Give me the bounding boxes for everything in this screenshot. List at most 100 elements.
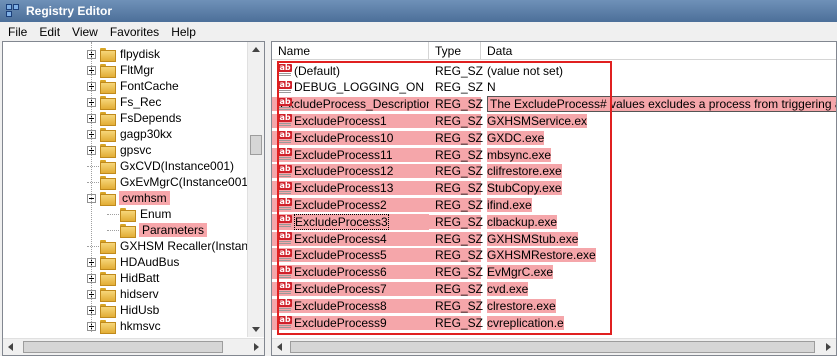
string-value-icon: ab [278, 265, 292, 279]
value-data: clrestore.exe [487, 298, 556, 313]
tree-item-cvmhsm[interactable]: cvmhsm [87, 190, 170, 206]
value-type: REG_SZ [435, 80, 484, 95]
folder-icon [99, 271, 116, 286]
value-data: StubCopy.exe [487, 181, 562, 196]
folder-icon [99, 79, 116, 94]
value-row[interactable]: ab ExcludeProcess13 REG_SZ StubCopy.exe [272, 180, 562, 197]
tree-item-label: hkmsvc [120, 319, 161, 333]
tree-item-parameters[interactable]: Parameters [107, 222, 208, 238]
tree-connector [107, 230, 119, 231]
value-data-cell: GXHSMRestore.exe [481, 248, 596, 263]
tree-item-flpydisk[interactable]: flpydisk [87, 46, 161, 62]
folder-open-icon [119, 223, 136, 238]
list-horizontal-scroll-thumb[interactable] [290, 341, 815, 353]
value-row[interactable]: ab ExcludeProcess5 REG_SZ GXHSMRestore.exe [272, 247, 596, 264]
value-data-cell: ifind.exe [481, 197, 532, 212]
value-data-cell: GXHSMService.ex [481, 113, 588, 128]
tree-item-hidbatt[interactable]: HidBatt [87, 270, 160, 286]
value-data-cell: mbsync.exe [481, 147, 552, 162]
tree-item-hidusb[interactable]: HidUsb [87, 302, 160, 318]
string-value-icon: ab [278, 181, 292, 195]
value-data: cvreplication.e [487, 315, 564, 330]
value-row[interactable]: ab ExcludeProcess1 REG_SZ GXHSMService.ex [272, 112, 588, 129]
value-data-cell: GXHSMStub.exe [481, 231, 579, 246]
value-name-cell: ab ExcludeProcess12 [272, 164, 429, 179]
value-name-cell: ab (Default) [272, 64, 429, 78]
value-name: ExcludeProcess10 [294, 130, 394, 145]
value-row[interactable]: ab ExcludeProcess7 REG_SZ cvd.exe [272, 280, 529, 297]
value-row[interactable]: ab ExcludeProcess11 REG_SZ mbsync.exe [272, 146, 552, 163]
tree-item-fltmgr[interactable]: FltMgr [87, 62, 155, 78]
tree-connector [87, 182, 99, 183]
menu-view[interactable]: View [66, 25, 104, 39]
value-row[interactable]: ab ExcludeProcess3 REG_SZ clbackup.exe [272, 213, 558, 230]
value-data-cell: clrestore.exe [481, 298, 556, 313]
tree-item-label: FsDepends [120, 111, 182, 125]
value-row[interactable]: ab ExcludeProcess_Description REG_SZ The Ex… [272, 96, 836, 113]
string-value-icon: ab [278, 248, 292, 262]
tree-item-gxhsm-recaller-instance0[interactable]: GXHSM Recaller(Instance0 [87, 238, 264, 254]
value-data-cell: N [481, 80, 496, 94]
tree-item-fontcache[interactable]: FontCache [87, 78, 180, 94]
tree-item-enum[interactable]: Enum [107, 206, 172, 222]
menu-help[interactable]: Help [165, 25, 202, 39]
value-name-cell: ab ExcludeProcess8 [272, 298, 429, 313]
tree-item-hkmsvc[interactable]: hkmsvc [87, 318, 162, 334]
tree-vertical-scroll-thumb[interactable] [250, 135, 262, 155]
tree-connector [107, 214, 119, 215]
value-row[interactable]: ab ExcludeProcess2 REG_SZ ifind.exe [272, 196, 532, 213]
tree-item-fsdepends[interactable]: FsDepends [87, 110, 182, 126]
tree-item-fs-rec[interactable]: Fs_Rec [87, 94, 162, 110]
value-type: REG_SZ [429, 298, 483, 313]
tree-vertical-scrollbar[interactable] [247, 42, 264, 337]
menu-file[interactable]: File [2, 25, 33, 39]
tree-horizontal-scroll-thumb[interactable] [23, 341, 223, 353]
value-row[interactable]: ab ExcludeProcess9 REG_SZ cvreplication.e [272, 314, 564, 331]
value-data: GXHSMService.ex [487, 113, 588, 128]
tree-item-hidserv[interactable]: hidserv [87, 286, 160, 302]
value-type: REG_SZ [429, 181, 483, 196]
folder-icon [119, 207, 136, 222]
value-name-cell: ab ExcludeProcess2 [272, 197, 429, 212]
tree-item-hdaudbus[interactable]: HDAudBus [87, 254, 180, 270]
value-name-cell: ab ExcludeProcess1 [272, 113, 429, 128]
column-type[interactable]: Type [429, 42, 481, 60]
value-name-cell: ab DEBUG_LOGGING_ON [272, 80, 429, 94]
value-row[interactable]: ab (Default) REG_SZ (value not set) [272, 62, 563, 79]
values-list[interactable]: Name Type Data ab (Default) REG_SZ (value n… [271, 41, 837, 356]
value-type: REG_SZ [429, 97, 483, 112]
column-data[interactable]: Data [481, 42, 836, 60]
value-data: GXHSMRestore.exe [487, 248, 596, 263]
folder-icon [99, 127, 116, 142]
tree-item-label: gpsvc [120, 143, 152, 157]
tree-item-gagp30kx[interactable]: gagp30kx [87, 126, 173, 142]
folder-icon [99, 303, 116, 318]
value-type: REG_SZ [429, 281, 483, 296]
value-data: cvd.exe [487, 281, 529, 296]
value-row[interactable]: ab ExcludeProcess6 REG_SZ EvMgrC.exe [272, 264, 554, 281]
value-data-cell: The ExcludeProcess# values excludes a pr… [481, 96, 836, 113]
tree-item-gxevmgrc-instance001[interactable]: GxEvMgrC(Instance001) [87, 174, 253, 190]
value-name: ExcludeProcess_Description [280, 97, 433, 112]
value-row[interactable]: ab ExcludeProcess12 REG_SZ clifrestore.exe [272, 163, 562, 180]
value-data: The ExcludeProcess# values excludes a pr… [487, 96, 836, 113]
menu-favorites[interactable]: Favorites [104, 25, 165, 39]
value-row[interactable]: ab DEBUG_LOGGING_ON REG_SZ N [272, 79, 496, 96]
list-horizontal-scrollbar[interactable] [272, 338, 836, 355]
value-row[interactable]: ab ExcludeProcess4 REG_SZ GXHSMStub.exe [272, 230, 579, 247]
tree-item-gpsvc[interactable]: gpsvc [87, 142, 152, 158]
value-type: REG_SZ [435, 63, 484, 78]
tree-horizontal-scrollbar[interactable] [3, 338, 264, 355]
string-value-icon: ab [278, 148, 292, 161]
tree-item-gxcvd-instance001[interactable]: GxCVD(Instance001) [87, 158, 235, 174]
tree-connector [87, 166, 99, 167]
value-row[interactable]: ab ExcludeProcess10 REG_SZ GXDC.exe [272, 129, 545, 146]
menu-edit[interactable]: Edit [33, 25, 66, 39]
registry-tree[interactable]: flpydisk FltMgr FontCache Fs_Rec FsDepends ga… [2, 41, 265, 356]
column-name[interactable]: Name [272, 42, 429, 60]
menu-bar: File Edit View Favorites Help [0, 22, 837, 41]
value-data: EvMgrC.exe [487, 265, 554, 280]
value-name: DEBUG_LOGGING_ON [294, 80, 425, 95]
string-value-icon: ab [278, 282, 292, 295]
value-row[interactable]: ab ExcludeProcess8 REG_SZ clrestore.exe [272, 297, 556, 314]
